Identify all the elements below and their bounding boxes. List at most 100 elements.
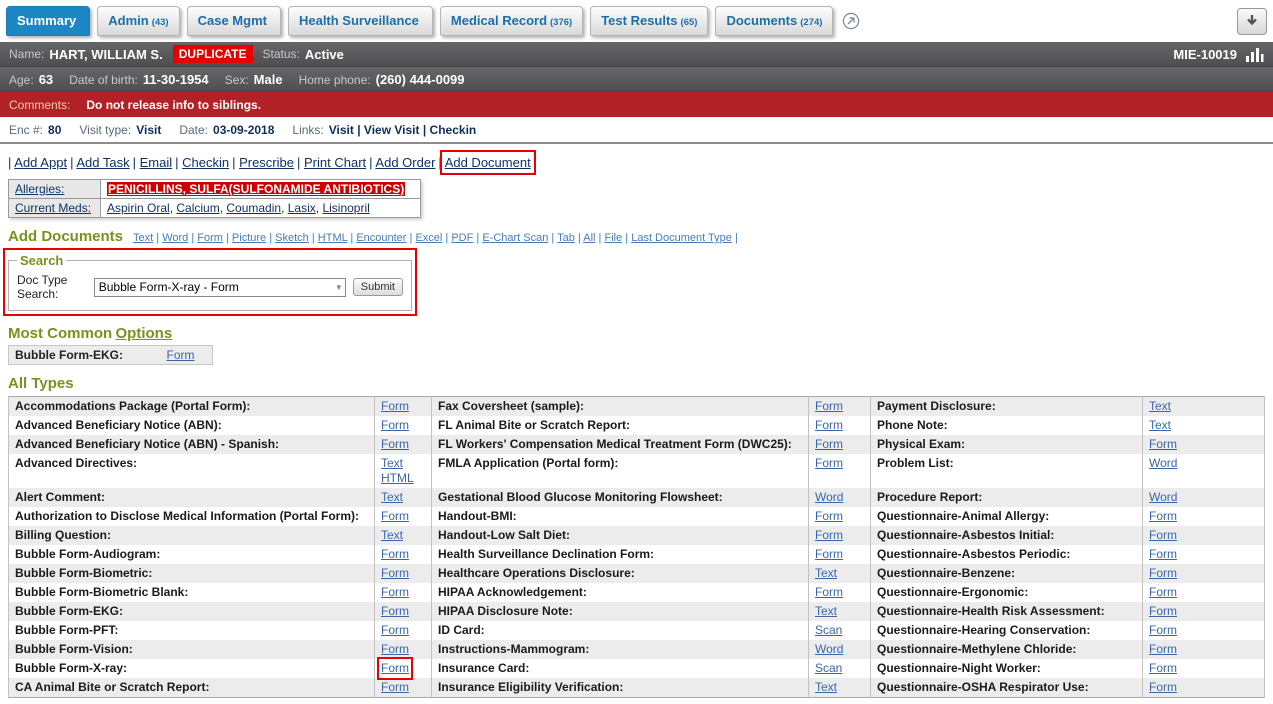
tab-summary[interactable]: Summary — [6, 6, 90, 36]
doc-type-link[interactable]: Form — [381, 566, 409, 581]
doc-type-link[interactable]: Form — [381, 642, 409, 657]
submit-button[interactable]: Submit — [353, 278, 403, 296]
doc-type-link[interactable]: Form — [381, 437, 409, 452]
doc-type-name: Questionnaire-Methylene Chloride: — [871, 640, 1143, 659]
doc-format-link[interactable]: All — [583, 232, 595, 244]
action-link[interactable]: Add Appt — [14, 155, 67, 170]
doc-type-link[interactable]: Form — [815, 585, 843, 600]
doc-type-link[interactable]: Form — [1149, 547, 1177, 562]
action-link[interactable]: Add Task — [76, 155, 129, 170]
tab-test-results[interactable]: Test Results(65) — [590, 6, 708, 36]
doc-type-link[interactable]: Form — [1149, 585, 1177, 600]
doc-format-link[interactable]: Sketch — [275, 232, 309, 244]
doc-format-link[interactable]: Picture — [232, 232, 266, 244]
doc-type-name: Handout-Low Salt Diet: — [432, 526, 809, 545]
doc-type-link[interactable]: Text — [381, 528, 403, 543]
doc-type-link[interactable]: Text — [815, 566, 837, 581]
action-link[interactable]: Email — [140, 155, 173, 170]
action-link[interactable]: Add Document — [445, 155, 531, 170]
tab-count: (65) — [681, 17, 698, 28]
med-link[interactable]: Aspirin Oral — [107, 201, 170, 215]
med-link[interactable]: Lisinopril — [322, 201, 369, 215]
doc-type-link[interactable]: Word — [1149, 456, 1177, 471]
doc-type-link[interactable]: Form — [815, 509, 843, 524]
scroll-down-button[interactable] — [1237, 8, 1267, 35]
doc-type-link[interactable]: Scan — [815, 661, 842, 676]
doc-type-link[interactable]: Form — [1149, 661, 1177, 676]
tab-medical-record[interactable]: Medical Record(376) — [440, 6, 583, 36]
tab-health-surveillance[interactable]: Health Surveillance — [288, 6, 433, 36]
doc-format-link[interactable]: PDF — [451, 232, 473, 244]
doc-type-link[interactable]: Form — [167, 348, 195, 362]
action-link[interactable]: Prescribe — [239, 155, 294, 170]
doc-type-link[interactable]: Form — [815, 528, 843, 543]
external-link-icon[interactable] — [842, 12, 860, 30]
doc-format-link-item: Word — [162, 232, 197, 244]
med-link[interactable]: Coumadin — [226, 201, 281, 215]
encounter-link[interactable]: View Visit — [364, 123, 420, 137]
doc-type-link[interactable]: Form — [381, 604, 409, 619]
action-link[interactable]: Add Order — [375, 155, 435, 170]
doc-type-link[interactable]: Word — [1149, 490, 1177, 505]
doc-type-link[interactable]: Form — [381, 418, 409, 433]
doc-type-link[interactable]: Form — [1149, 642, 1177, 657]
doc-format-link[interactable]: File — [604, 232, 622, 244]
doc-type-link[interactable]: Form — [1149, 528, 1177, 543]
med-link[interactable]: Lasix — [288, 201, 316, 215]
doc-type-link[interactable]: Form — [381, 661, 409, 676]
doc-format-link[interactable]: HTML — [318, 232, 348, 244]
options-link[interactable]: Options — [116, 325, 173, 342]
doc-type-search-input[interactable] — [94, 278, 346, 297]
doc-type-link[interactable]: Form — [381, 680, 409, 695]
age-label: Age: — [9, 73, 34, 87]
doc-type-link[interactable]: Scan — [815, 623, 842, 638]
tab-admin[interactable]: Admin(43) — [97, 6, 179, 36]
doc-type-link[interactable]: Text — [381, 456, 403, 471]
med-link[interactable]: Calcium — [176, 201, 219, 215]
doc-type-link[interactable]: Form — [1149, 437, 1177, 452]
doc-format-link[interactable]: Form — [197, 232, 223, 244]
doc-format-link[interactable]: Last Document Type — [631, 232, 732, 244]
doc-type-link[interactable]: Form — [815, 437, 843, 452]
doc-type-link[interactable]: Text — [815, 604, 837, 619]
action-link[interactable]: Print Chart — [304, 155, 366, 170]
doc-format-link[interactable]: Excel — [415, 232, 442, 244]
current-meds-link[interactable]: Current Meds: — [15, 201, 91, 215]
doc-type-name: HIPAA Disclosure Note: — [432, 602, 809, 621]
doc-type-link[interactable]: Text — [1149, 399, 1171, 414]
doc-type-link[interactable]: Form — [815, 418, 843, 433]
doc-type-link[interactable]: Text — [815, 680, 837, 695]
doc-format-link[interactable]: E-Chart Scan — [482, 232, 548, 244]
doc-type-link[interactable]: Form — [381, 623, 409, 638]
doc-type-link[interactable]: Form — [815, 547, 843, 562]
doc-type-link[interactable]: Form — [815, 399, 843, 414]
doc-type-link[interactable]: Text — [381, 490, 403, 505]
doc-type-link[interactable]: Form — [381, 585, 409, 600]
action-link[interactable]: Checkin — [182, 155, 229, 170]
doc-type-link[interactable]: Form — [1149, 509, 1177, 524]
doc-format-link[interactable]: Encounter — [356, 232, 406, 244]
doc-type-name: Questionnaire-Animal Allergy: — [871, 507, 1143, 526]
doc-format-link[interactable]: Word — [162, 232, 188, 244]
doc-type-link[interactable]: Word — [815, 490, 843, 505]
doc-format-link[interactable]: Tab — [557, 232, 575, 244]
allergies-link[interactable]: Allergies: — [15, 182, 64, 196]
doc-format-link[interactable]: Text — [133, 232, 153, 244]
doc-type-link[interactable]: Form — [1149, 680, 1177, 695]
doc-type-link[interactable]: Form — [1149, 623, 1177, 638]
doc-type-link[interactable]: Form — [815, 456, 843, 471]
tab-case-mgmt[interactable]: Case Mgmt — [187, 6, 281, 36]
encounter-link[interactable]: Checkin — [430, 123, 477, 137]
doc-type-link[interactable]: Text — [1149, 418, 1171, 433]
tab-documents[interactable]: Documents(274) — [715, 6, 833, 36]
doc-type-link[interactable]: Form — [381, 399, 409, 414]
allergy-value[interactable]: PENICILLINS, SULFA(SULFONAMIDE ANTIBIOTI… — [107, 182, 405, 196]
chart-icon[interactable] — [1245, 47, 1264, 62]
doc-type-link[interactable]: Form — [381, 547, 409, 562]
doc-type-link[interactable]: Form — [381, 509, 409, 524]
doc-type-link[interactable]: Form — [1149, 604, 1177, 619]
doc-type-link[interactable]: Word — [815, 642, 843, 657]
encounter-link[interactable]: Visit — [329, 123, 354, 137]
doc-type-link[interactable]: HTML — [381, 471, 414, 486]
doc-type-link[interactable]: Form — [1149, 566, 1177, 581]
